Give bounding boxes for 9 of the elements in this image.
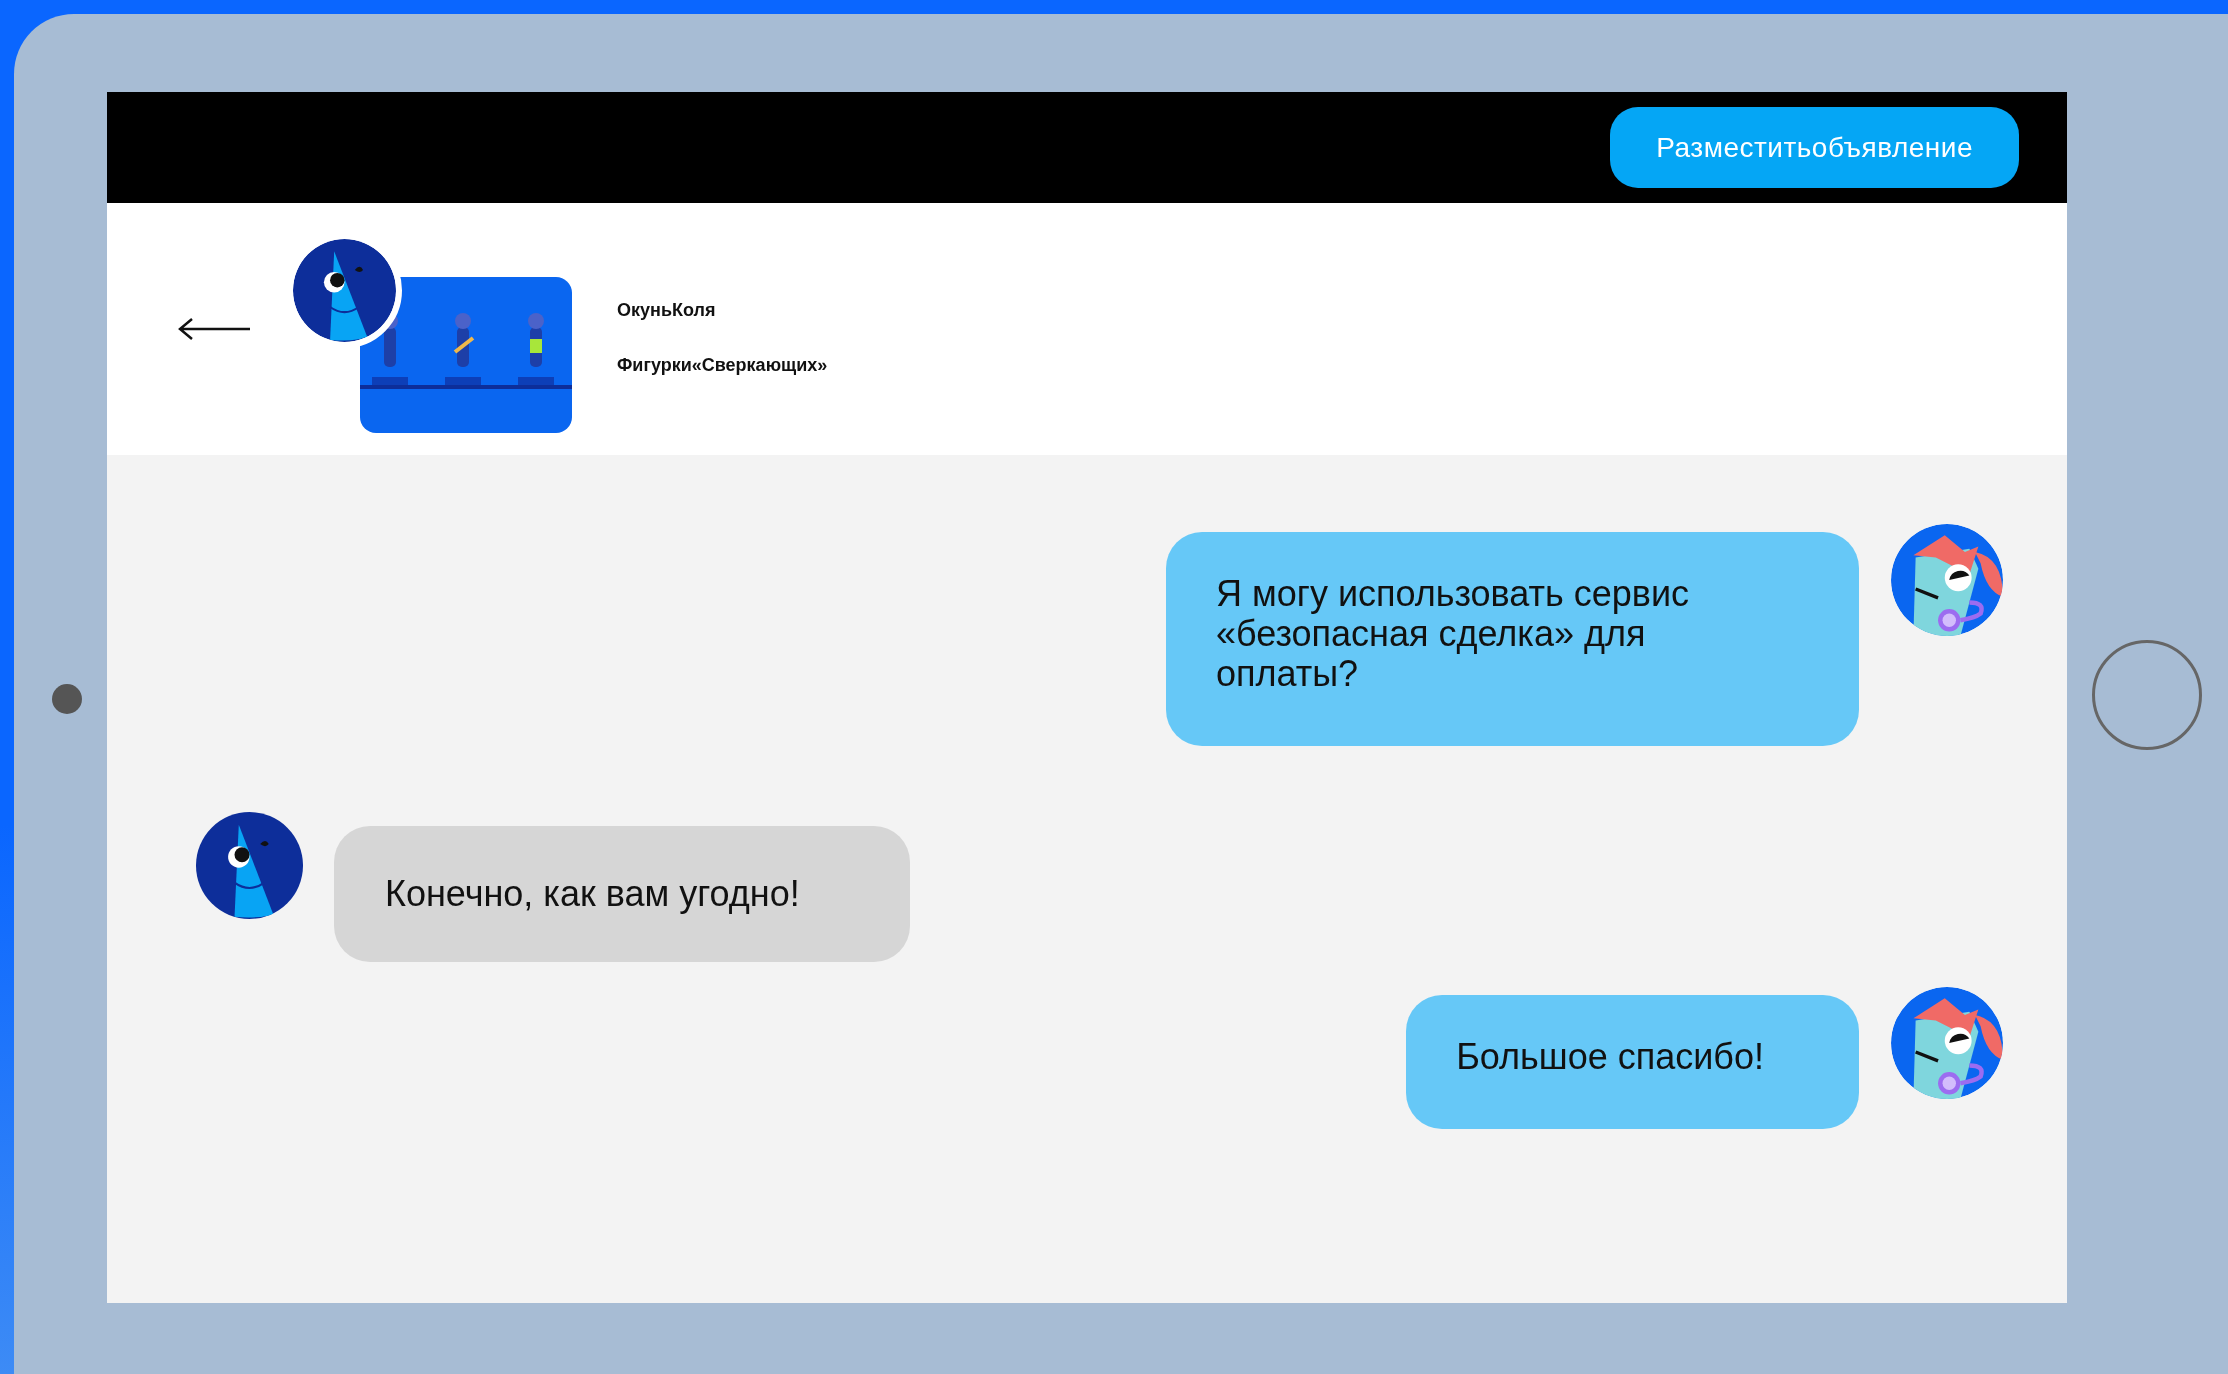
home-button[interactable] bbox=[2092, 640, 2202, 750]
message-bubble: Конечно, как вам угодно! bbox=[334, 826, 910, 962]
message-bubble: Большое спасибо! bbox=[1406, 995, 1859, 1129]
back-arrow-icon[interactable] bbox=[178, 317, 252, 341]
camera-dot bbox=[52, 684, 82, 714]
message-bubble: Я могу использовать сервис «безопасная сделка» для оплаты? bbox=[1166, 532, 1859, 746]
seller-name: ОкуньКоля bbox=[617, 300, 717, 321]
product-title: Фигурки«Сверкающих» bbox=[617, 355, 828, 376]
post-ad-button[interactable]: Разместитьобъявление bbox=[1610, 107, 2019, 188]
